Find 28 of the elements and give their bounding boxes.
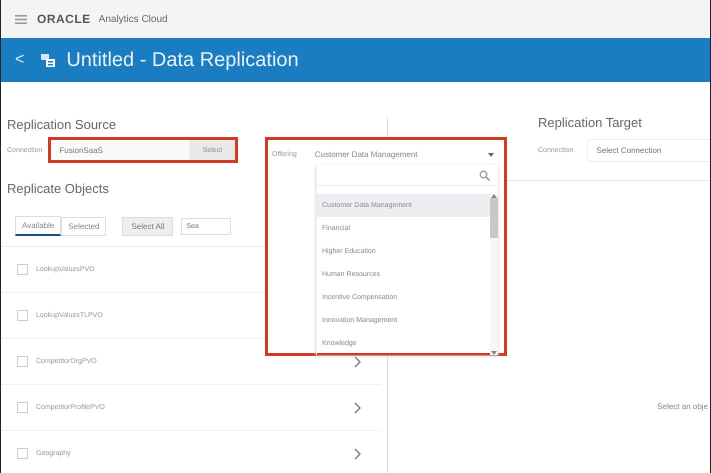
chevron-right-icon[interactable] xyxy=(354,356,361,368)
menu-icon[interactable] xyxy=(15,14,27,24)
section-heading: Replicate Objects xyxy=(6,181,110,196)
back-button[interactable]: < xyxy=(15,51,30,69)
connection-field[interactable]: FusionSaaS xyxy=(51,140,190,160)
product-name: Analytics Cloud xyxy=(98,14,168,24)
chevron-right-icon[interactable] xyxy=(354,448,361,460)
scrollbar[interactable] xyxy=(490,194,498,355)
search-icon xyxy=(479,170,490,180)
section-heading: Replication Source xyxy=(6,117,118,132)
checkbox[interactable] xyxy=(17,402,28,413)
brand-logo: ORACLE xyxy=(37,12,91,26)
checkbox[interactable] xyxy=(17,448,28,459)
select-all-button[interactable]: Select All xyxy=(122,216,174,236)
page-title: Untitled - Data Replication xyxy=(66,48,299,72)
chevron-right-icon[interactable] xyxy=(354,402,361,414)
section-heading: Replication Target xyxy=(537,115,643,130)
tab[interactable]: Selected xyxy=(61,216,106,236)
checkbox[interactable] xyxy=(17,310,28,321)
scroll-down-icon[interactable] xyxy=(491,351,497,355)
caret-icon xyxy=(488,152,494,156)
checkbox[interactable] xyxy=(17,264,28,275)
connection-select[interactable]: Select Connection xyxy=(587,139,710,162)
tab[interactable]: Available xyxy=(15,216,62,236)
offering-select[interactable]: Customer Data Management xyxy=(306,144,498,165)
data-flow-icon xyxy=(40,52,56,68)
empty-message: Select an obje xyxy=(657,402,708,411)
checkbox[interactable] xyxy=(17,356,28,367)
